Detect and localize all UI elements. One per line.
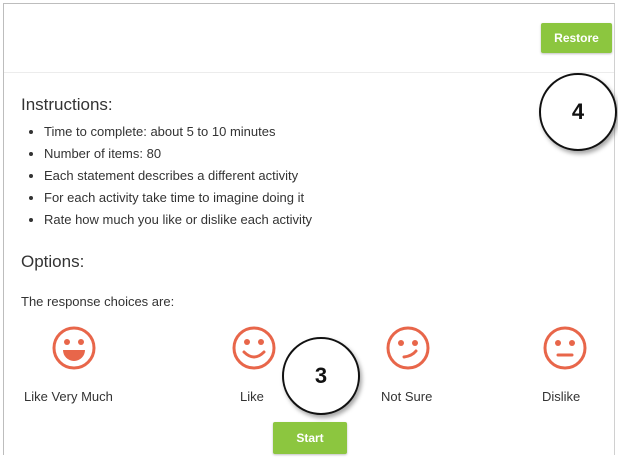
choice-label-like: Like bbox=[240, 389, 264, 404]
list-item: Number of items: 80 bbox=[44, 143, 312, 165]
unsure-face-icon bbox=[386, 326, 430, 370]
list-item: For each activity take time to imagine d… bbox=[44, 187, 312, 209]
list-item: Time to complete: about 5 to 10 minutes bbox=[44, 121, 312, 143]
callout-number-3: 3 bbox=[282, 337, 360, 415]
choice-label-not-sure: Not Sure bbox=[381, 389, 433, 404]
list-item: Rate how much you like or dislike each a… bbox=[44, 209, 312, 231]
start-button[interactable]: Start bbox=[273, 422, 347, 454]
options-title: Options: bbox=[21, 252, 85, 271]
instructions-title: Instructions: bbox=[21, 95, 113, 114]
top-toolbar bbox=[4, 4, 614, 73]
callout-number-4: 4 bbox=[539, 73, 617, 151]
instructions-list: Time to complete: about 5 to 10 minutes … bbox=[20, 121, 312, 231]
big-smile-face-icon bbox=[52, 326, 96, 370]
smile-face-icon bbox=[232, 326, 276, 370]
response-choices-label: The response choices are: bbox=[21, 294, 175, 309]
choice-label-dislike: Dislike bbox=[542, 389, 581, 404]
neutral-face-icon bbox=[543, 326, 587, 370]
list-item: Each statement describes a different act… bbox=[44, 165, 312, 187]
choice-label-like-very-much: Like Very Much bbox=[24, 389, 113, 404]
restore-button[interactable]: Restore bbox=[541, 23, 612, 53]
